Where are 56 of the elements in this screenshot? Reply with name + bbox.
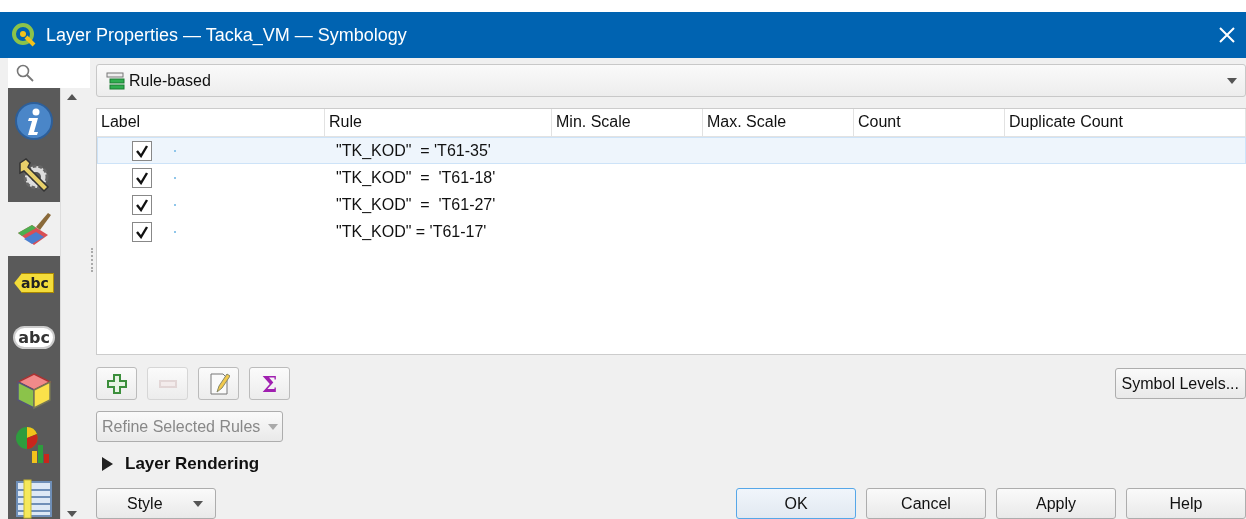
info-icon [14, 101, 54, 141]
splitter-handle[interactable] [91, 248, 93, 272]
caret-icon [268, 423, 279, 430]
label-bubble-icon: abc [15, 327, 53, 347]
rule-row[interactable]: "TK_KOD" = 'T61-27' [97, 191, 1246, 218]
checkbox[interactable] [132, 221, 152, 242]
check-icon [135, 224, 149, 239]
column-header[interactable]: Duplicate Count [1005, 109, 1246, 136]
dialog-button[interactable]: Help [1126, 488, 1246, 519]
expand-arrow-icon[interactable] [102, 457, 113, 471]
check-icon [135, 170, 149, 185]
column-header[interactable]: Count [854, 109, 1005, 136]
sidebar-tab[interactable] [8, 202, 60, 256]
app-logo-icon [12, 23, 36, 47]
label-tag-icon: abc [14, 273, 54, 293]
rule-row[interactable]: "TK_KOD" = 'T61-18' [97, 164, 1246, 191]
table-icon [14, 479, 54, 519]
check-icon [135, 143, 149, 158]
style-dropdown[interactable]: Style [96, 488, 216, 519]
window-title: Layer Properties — Tacka_VM — Symbology [46, 24, 408, 46]
search-icon [16, 64, 34, 82]
add-rule-button[interactable] [96, 367, 137, 400]
checkbox[interactable] [132, 167, 152, 188]
close-icon [1218, 26, 1236, 44]
edit-icon [207, 371, 230, 396]
renderer-dropdown[interactable]: Rule-based [96, 64, 1246, 97]
cube-icon [14, 371, 54, 411]
column-header[interactable]: Min. Scale [552, 109, 703, 136]
search-field[interactable] [8, 58, 90, 88]
column-header[interactable]: Max. Scale [703, 109, 854, 136]
rule-based-icon [105, 70, 125, 91]
scroll-up-icon [66, 94, 77, 100]
sum-rule-button[interactable]: Σ [249, 367, 290, 400]
rule-text: "TK_KOD" = 'T61-35' [335, 141, 492, 160]
scroll-down-icon [66, 511, 77, 517]
rule-text: "TK_KOD" = 'T61-18' [335, 168, 497, 187]
checkbox[interactable] [132, 140, 152, 161]
column-header[interactable]: Label [97, 109, 325, 136]
caret-icon [1227, 77, 1237, 84]
column-header[interactable]: Rule [325, 109, 552, 136]
dialog-button[interactable]: Apply [996, 488, 1116, 519]
rule-text: "TK_KOD" = 'T61-17' [335, 222, 488, 241]
dialog-button[interactable]: Cancel [866, 488, 986, 519]
dialog-button[interactable]: OK [736, 488, 856, 519]
sidebar-tab[interactable]: abc [8, 256, 60, 310]
rule-text: "TK_KOD" = 'T61-27' [335, 195, 497, 214]
section-header[interactable]: Layer Rendering [125, 454, 260, 474]
caret-icon [193, 500, 203, 507]
check-icon [135, 197, 149, 212]
edit-rule-button[interactable] [198, 367, 239, 400]
rule-row[interactable]: "TK_KOD" = 'T61-17' [97, 218, 1246, 245]
checkbox[interactable] [132, 194, 152, 215]
rule-row[interactable]: "TK_KOD" = 'T61-35' [97, 137, 1246, 164]
add-icon [105, 372, 128, 395]
symbol-levels-button[interactable]: Symbol Levels... [1114, 368, 1246, 399]
sidebar-tab[interactable]: abc [8, 310, 60, 364]
